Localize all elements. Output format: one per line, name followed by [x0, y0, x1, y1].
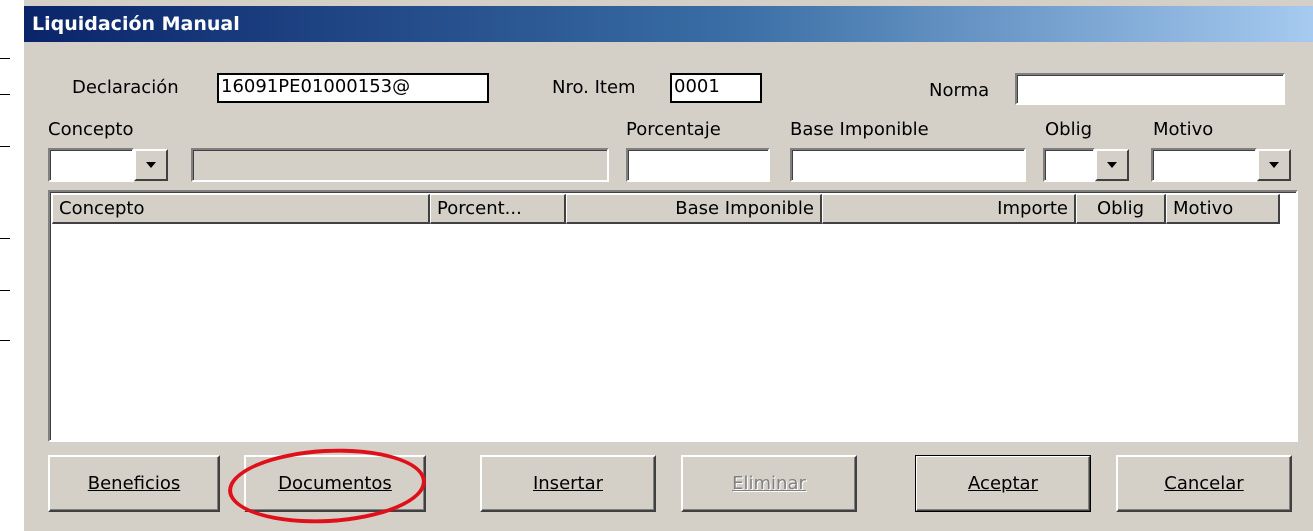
motivo-select[interactable]: [1151, 148, 1257, 182]
insertar-button[interactable]: Insertar: [480, 455, 656, 512]
oblig-label: Oblig: [1045, 119, 1093, 140]
motivo-dropdown-button[interactable]: [1257, 149, 1291, 181]
nro-item-label: Nro. Item: [552, 77, 636, 98]
declaracion-input[interactable]: 16091PE01000153@: [217, 73, 489, 103]
background-divider: [0, 290, 10, 291]
liquidacion-dialog: Liquidación Manual Declaración 16091PE01…: [22, 0, 1313, 531]
background-divider: [0, 58, 10, 59]
liquidacion-grid[interactable]: Concepto Porcent... Base Imponible Impor…: [48, 190, 1298, 442]
dialog-title: Liquidación Manual: [24, 6, 1313, 42]
grid-header-concepto[interactable]: Concepto: [52, 194, 430, 224]
motivo-label: Motivo: [1153, 119, 1214, 140]
base-imponible-input[interactable]: [790, 148, 1026, 182]
porcentaje-label: Porcentaje: [626, 119, 721, 140]
base-imponible-label: Base Imponible: [790, 119, 929, 140]
chevron-down-icon: [146, 162, 156, 168]
beneficios-button[interactable]: Beneficios: [48, 455, 220, 512]
norma-input[interactable]: [1015, 73, 1285, 105]
aceptar-button[interactable]: Aceptar: [915, 455, 1091, 512]
concepto-label: Concepto: [48, 119, 134, 140]
concepto-description-field: [191, 148, 609, 182]
nro-item-input[interactable]: 0001: [670, 73, 762, 103]
background-divider: [0, 146, 10, 147]
grid-header-base-imponible[interactable]: Base Imponible: [566, 194, 822, 224]
cancelar-button[interactable]: Cancelar: [1116, 455, 1292, 512]
oblig-dropdown-button[interactable]: [1095, 149, 1129, 181]
background-divider: [0, 340, 10, 341]
chevron-down-icon: [1107, 162, 1117, 168]
porcentaje-input[interactable]: [626, 148, 770, 182]
concepto-code-select[interactable]: [48, 148, 134, 182]
grid-header-motivo[interactable]: Motivo: [1166, 194, 1280, 224]
grid-header-porcentaje[interactable]: Porcent...: [430, 194, 566, 224]
chevron-down-icon: [1269, 162, 1279, 168]
background-divider: [0, 238, 10, 239]
grid-header-importe[interactable]: Importe: [822, 194, 1076, 224]
declaracion-label: Declaración: [72, 77, 179, 98]
background-window-edge: [0, 0, 23, 531]
norma-label: Norma: [929, 80, 990, 101]
oblig-select[interactable]: [1043, 148, 1095, 182]
grid-header-oblig[interactable]: Oblig: [1076, 194, 1166, 224]
concepto-dropdown-button[interactable]: [134, 149, 168, 181]
eliminar-button[interactable]: Eliminar: [681, 455, 857, 512]
background-divider: [0, 94, 10, 95]
